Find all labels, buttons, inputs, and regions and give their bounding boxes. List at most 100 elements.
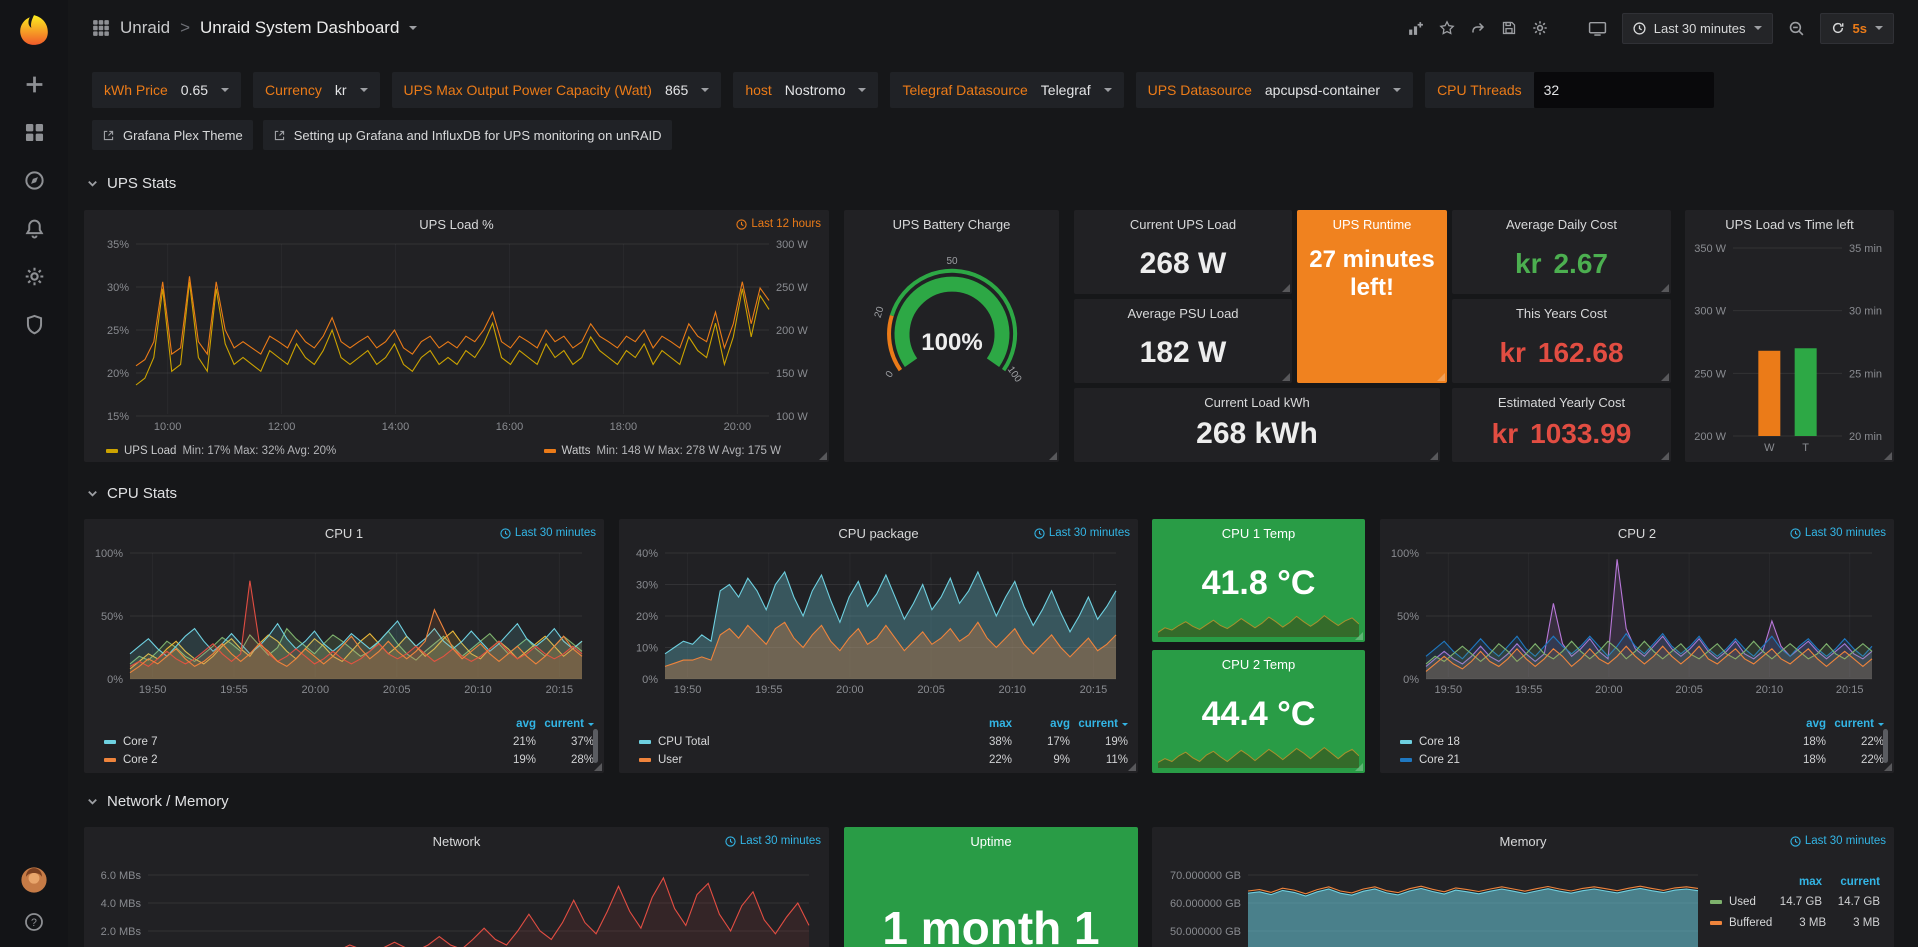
cpu-package-chart[interactable]: 40%30%20%10%0%19:5019:5520:0020:0520:102…: [623, 545, 1130, 697]
panel-resize-handle[interactable]: [1660, 283, 1670, 293]
series-name[interactable]: Core 21: [1419, 754, 1460, 766]
panel-title[interactable]: Uptime: [844, 834, 1138, 849]
variable-kwh-price[interactable]: kWh Price 0.65: [92, 72, 241, 108]
network-chart[interactable]: 6.0 MBs4.0 MBs2.0 MBs: [88, 867, 821, 947]
panel-resize-handle[interactable]: [1127, 762, 1137, 772]
panel-title[interactable]: Average Daily Cost: [1452, 217, 1671, 232]
breadcrumb-section[interactable]: Unraid: [120, 18, 170, 38]
help-icon[interactable]: ?: [24, 912, 45, 933]
configuration-gear-icon[interactable]: [24, 266, 45, 287]
series-name[interactable]: Buffered: [1729, 917, 1772, 929]
panel-resize-handle[interactable]: [1354, 631, 1364, 641]
variable-value[interactable]: Telegraf: [1041, 82, 1091, 98]
panel-title[interactable]: This Years Cost: [1452, 306, 1671, 321]
cycle-view-tv-icon[interactable]: [1588, 20, 1607, 37]
series-name[interactable]: UPS Load: [124, 445, 176, 457]
legend-sort-current[interactable]: current: [1070, 718, 1128, 730]
panel-title[interactable]: UPS Load vs Time left: [1685, 217, 1894, 232]
legend-sort-avg[interactable]: avg: [1768, 718, 1826, 730]
ups-load-chart[interactable]: 35%300 W30%250 W25%200 W20%150 W15%100 W…: [92, 236, 821, 434]
variable-ups-max-output[interactable]: UPS Max Output Power Capacity (Watt) 865: [392, 72, 722, 108]
legend-sort-current[interactable]: current: [536, 718, 594, 730]
panel-resize-handle[interactable]: [1354, 762, 1364, 772]
panel-title[interactable]: CPU 1 Temp: [1152, 526, 1365, 541]
variable-value[interactable]: apcupsd-container: [1265, 82, 1380, 98]
grafana-logo[interactable]: [14, 10, 54, 50]
panel-resize-handle[interactable]: [1660, 451, 1670, 461]
series-name[interactable]: CPU Total: [658, 736, 710, 748]
variable-value[interactable]: kr: [335, 82, 347, 98]
legend-sort-max[interactable]: max: [1764, 876, 1822, 888]
panel-title[interactable]: Current UPS Load: [1074, 217, 1292, 232]
row-network-memory[interactable]: Network / Memory: [86, 788, 229, 814]
add-panel-button[interactable]: [1407, 20, 1424, 37]
variable-value[interactable]: 865: [665, 82, 688, 98]
share-button[interactable]: [1470, 20, 1486, 36]
cpu-threads-input[interactable]: [1534, 72, 1714, 108]
legend-sort-max[interactable]: max: [954, 718, 1012, 730]
dashboards-icon[interactable]: [24, 122, 45, 143]
row-ups-stats[interactable]: UPS Stats: [86, 170, 176, 196]
svg-text:100%: 100%: [95, 548, 123, 560]
series-name[interactable]: User: [658, 754, 682, 766]
panel-resize-handle[interactable]: [1660, 372, 1670, 382]
panel-title[interactable]: Average PSU Load: [1074, 306, 1292, 321]
panel-title[interactable]: Network: [84, 834, 829, 849]
panel-resize-handle[interactable]: [1281, 283, 1291, 293]
dashboard-grid-icon[interactable]: [92, 19, 110, 37]
series-name[interactable]: Core 7: [123, 736, 158, 748]
series-name[interactable]: Watts: [562, 445, 591, 457]
panel-title[interactable]: UPS Runtime: [1297, 217, 1447, 232]
panel-title[interactable]: Current Load kWh: [1074, 395, 1440, 410]
dashboard-link-ups-monitoring[interactable]: Setting up Grafana and InfluxDB for UPS …: [263, 120, 672, 150]
svg-text:19:50: 19:50: [139, 684, 167, 696]
legend-scrollbar[interactable]: [1883, 729, 1888, 763]
panel-resize-handle[interactable]: [1436, 372, 1446, 382]
cpu2-chart[interactable]: 100%50%0%19:5019:5520:0020:0520:1020:15: [1384, 545, 1886, 697]
panel-resize-handle[interactable]: [1048, 451, 1058, 461]
ups-load-vs-time-chart[interactable]: 350 W35 min300 W30 min250 W25 min200 W20…: [1689, 238, 1890, 456]
variable-telegraf-datasource[interactable]: Telegraf Datasource Telegraf: [890, 72, 1123, 108]
panel-resize-handle[interactable]: [1429, 451, 1439, 461]
dashboard-link-plex-theme[interactable]: Grafana Plex Theme: [92, 120, 253, 150]
series-name[interactable]: Core 18: [1419, 736, 1460, 748]
chart-legend: avg current Core 7 21% 37% Core 2 19% 28…: [94, 715, 594, 769]
avatar[interactable]: [20, 866, 48, 894]
variable-value[interactable]: Nostromo: [785, 82, 846, 98]
panel-title[interactable]: CPU 2 Temp: [1152, 657, 1365, 672]
series-name[interactable]: Used: [1729, 896, 1756, 908]
legend-sort-avg[interactable]: avg: [1012, 718, 1070, 730]
zoom-out-icon[interactable]: [1788, 20, 1805, 37]
breadcrumb-title[interactable]: Unraid System Dashboard: [200, 18, 399, 38]
variable-host[interactable]: host Nostromo: [733, 72, 878, 108]
variable-value[interactable]: 0.65: [181, 82, 208, 98]
cpu1-chart[interactable]: 100%50%0%19:5019:5520:0020:0520:1020:15: [88, 545, 596, 697]
panel-title[interactable]: Memory: [1152, 834, 1894, 849]
alerting-bell-icon[interactable]: [24, 218, 45, 239]
variable-ups-datasource[interactable]: UPS Datasource apcupsd-container: [1136, 72, 1413, 108]
row-cpu-stats[interactable]: CPU Stats: [86, 480, 177, 506]
create-icon[interactable]: [24, 74, 45, 95]
save-button[interactable]: [1501, 20, 1517, 36]
panel-resize-handle[interactable]: [593, 762, 603, 772]
server-admin-shield-icon[interactable]: [24, 314, 45, 335]
series-name[interactable]: Core 2: [123, 754, 158, 766]
legend-scrollbar[interactable]: [593, 729, 598, 763]
panel-resize-handle[interactable]: [1883, 451, 1893, 461]
refresh-button[interactable]: 5s: [1820, 13, 1894, 44]
panel-title[interactable]: UPS Load %: [84, 217, 829, 232]
variable-currency[interactable]: Currency kr: [253, 72, 379, 108]
panel-resize-handle[interactable]: [1281, 372, 1291, 382]
star-button[interactable]: [1439, 20, 1455, 36]
panel-resize-handle[interactable]: [1883, 762, 1893, 772]
panel-title[interactable]: Estimated Yearly Cost: [1452, 395, 1671, 410]
memory-chart[interactable]: 70.000000 GB60.000000 GB50.000000 GB: [1156, 867, 1706, 947]
explore-icon[interactable]: [24, 170, 45, 191]
panel-title[interactable]: UPS Battery Charge: [844, 217, 1059, 232]
dashboard-settings-gear-icon[interactable]: [1532, 20, 1548, 36]
time-picker-button[interactable]: Last 30 minutes: [1622, 13, 1773, 44]
legend-sort-current[interactable]: current: [1826, 718, 1884, 730]
panel-resize-handle[interactable]: [818, 451, 828, 461]
legend-sort-avg[interactable]: avg: [478, 718, 536, 730]
legend-sort-current[interactable]: current: [1822, 876, 1880, 888]
